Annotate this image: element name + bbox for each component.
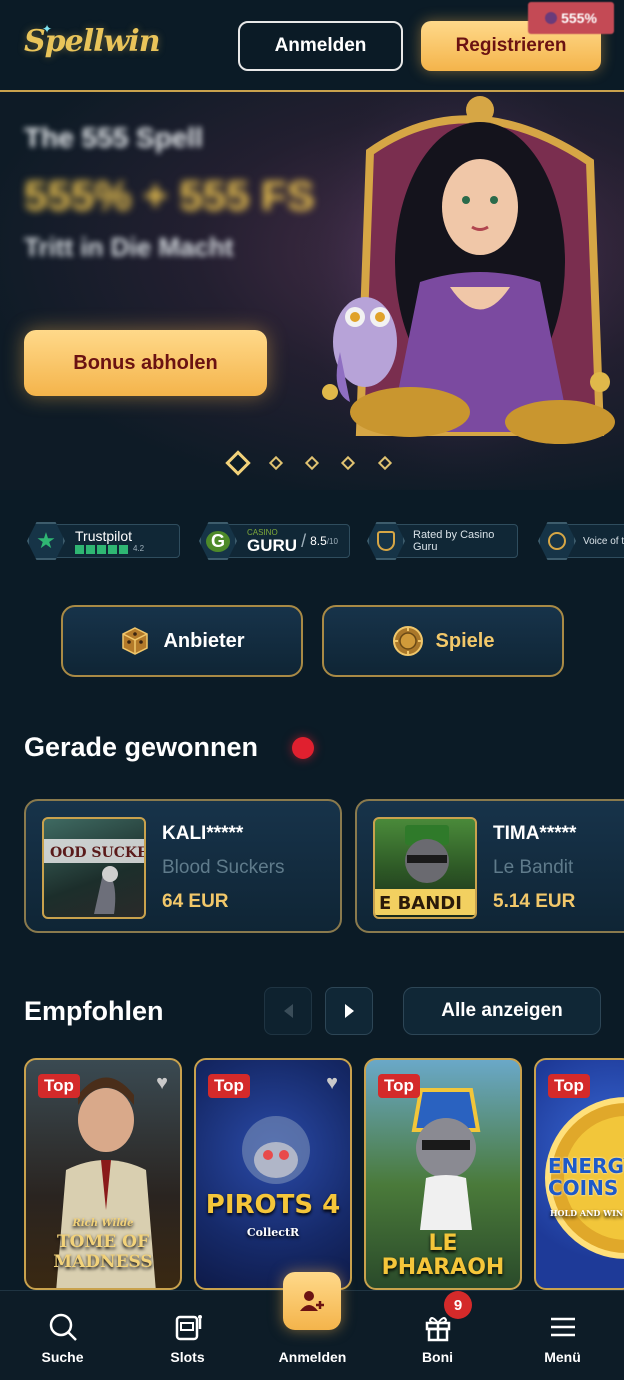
- hero-bonus-amount: 555% + 555 FS: [24, 172, 315, 219]
- win-card[interactable]: E BANDI TIMA***** Le Bandit 5.14 EUR: [355, 799, 624, 933]
- game-title: ENERGY COINS: [548, 1154, 624, 1200]
- win-username: TIMA*****: [493, 823, 577, 844]
- hero-banner[interactable]: The 555 Spell 555% + 555 FS Tritt in Die…: [0, 90, 624, 490]
- sparkle-icon: ✦: [42, 22, 53, 36]
- game-title: TOME OF MADNESS: [53, 1232, 153, 1273]
- nav-menu-label: Menü: [544, 1349, 581, 1365]
- game-tile[interactable]: Top ♥ Rich Wilde TOME OF MADNESS: [24, 1058, 182, 1290]
- bonus-count-badge: 9: [444, 1291, 472, 1319]
- live-indicator: [292, 737, 314, 759]
- cube-icon: [122, 627, 149, 655]
- casino-guru-score: 8.5: [310, 534, 327, 548]
- game-brand: HOLD AND WIN: [550, 1208, 624, 1218]
- heart-icon[interactable]: ♥: [156, 1072, 168, 1095]
- nav-menu[interactable]: Menü: [500, 1291, 624, 1380]
- svg-text:E BANDI: E BANDI: [379, 893, 462, 914]
- trustpilot-score: 4.2: [133, 544, 145, 553]
- carousel-dot-4[interactable]: [340, 455, 356, 471]
- login-fab-button[interactable]: [283, 1272, 341, 1330]
- top-badge: Top: [378, 1074, 420, 1098]
- carousel-prev-button[interactable]: [264, 987, 312, 1035]
- promo-badge-text: 555%: [561, 10, 597, 26]
- carousel-dot-2[interactable]: [268, 455, 284, 471]
- chip-icon: [392, 626, 423, 656]
- nav-search-label: Suche: [41, 1349, 84, 1365]
- chevron-left-icon: [283, 1004, 293, 1018]
- trust-badges: Trustpilot 4.2 ★ CASINO GURU / 8.5 /10 G…: [0, 516, 624, 566]
- carousel-dot-1[interactable]: [225, 450, 251, 476]
- game-title: PIROTS 4: [205, 1190, 341, 1220]
- top-badge: Top: [548, 1074, 590, 1098]
- casino-guru-suffix: /10: [326, 536, 338, 546]
- carousel-dot-3[interactable]: [304, 455, 320, 471]
- promo-badge[interactable]: 555%: [528, 2, 614, 34]
- game-tile[interactable]: Top LE PHARAOH: [364, 1058, 522, 1290]
- top-badge: Top: [38, 1074, 80, 1098]
- svg-text:OOD SUCKERS: OOD SUCKERS: [50, 845, 146, 861]
- win-game-name: Blood Suckers: [162, 857, 285, 878]
- win-username: KALI*****: [162, 823, 244, 844]
- nav-slots[interactable]: Slots: [125, 1291, 250, 1380]
- hero-subtitle: Tritt in Die Macht: [24, 232, 234, 262]
- add-user-icon: [300, 1291, 324, 1311]
- game-tile[interactable]: Top ENERGY COINS HOLD AND WIN: [534, 1058, 624, 1290]
- trustpilot-label: Trustpilot: [75, 527, 133, 544]
- hamburger-menu-icon: [550, 1317, 575, 1337]
- casino-guru-label: GURU: [247, 535, 298, 555]
- login-button[interactable]: Anmelden: [238, 21, 403, 71]
- trustpilot-stars: 4.2: [75, 544, 145, 554]
- chevron-right-icon: [344, 1004, 354, 1018]
- providers-button[interactable]: Anbieter: [61, 605, 303, 677]
- providers-label: Anbieter: [163, 629, 245, 652]
- heart-icon[interactable]: ♥: [326, 1072, 338, 1095]
- carousel-dot-5[interactable]: [377, 455, 393, 471]
- gem-icon: [545, 12, 558, 24]
- recommended-title: Empfohlen: [24, 996, 164, 1026]
- top-header: Spellwin ✦ Anmelden Registrieren 555%: [0, 0, 624, 90]
- game-title: LE PHARAOH: [381, 1231, 505, 1281]
- game-brand: Rich Wilde: [72, 1218, 134, 1229]
- recent-wins-title: Gerade gewonnen: [24, 732, 259, 762]
- rated-by-label: Rated by Casino Guru: [413, 529, 495, 553]
- nav-bonus[interactable]: Boni: [375, 1291, 500, 1380]
- hero-title: The 555 Spell: [24, 122, 203, 153]
- sorceress-illustration: [300, 92, 624, 490]
- blood-suckers-thumbnail: OOD SUCKERS: [42, 817, 146, 919]
- nav-bonus-label: Boni: [421, 1349, 454, 1365]
- carousel-next-button[interactable]: [325, 987, 373, 1035]
- game-tile[interactable]: Top ♥ PIROTS 4 CollectR: [194, 1058, 352, 1290]
- voice-of-label: Voice of the: [583, 535, 624, 547]
- games-button[interactable]: Spiele: [322, 605, 564, 677]
- slot-machine-icon: [175, 1315, 202, 1341]
- search-icon: [49, 1313, 77, 1341]
- win-game-name: Le Bandit: [493, 857, 574, 878]
- games-label: Spiele: [435, 629, 495, 652]
- show-all-button[interactable]: Alle anzeigen: [403, 987, 601, 1035]
- win-amount: 64 EUR: [162, 891, 229, 912]
- le-bandit-thumbnail: E BANDI: [373, 817, 477, 919]
- claim-bonus-button[interactable]: Bonus abholen: [24, 330, 267, 396]
- nav-slots-label: Slots: [170, 1349, 205, 1365]
- top-badge: Top: [208, 1074, 250, 1098]
- win-card[interactable]: OOD SUCKERS KALI***** Blood Suckers 64 E…: [24, 799, 342, 933]
- nav-search[interactable]: Suche: [0, 1291, 125, 1380]
- carousel-dots: [0, 450, 624, 482]
- nav-login-label: Anmelden: [278, 1349, 347, 1365]
- game-brand: CollectR: [246, 1226, 300, 1239]
- win-amount: 5.14 EUR: [493, 891, 576, 912]
